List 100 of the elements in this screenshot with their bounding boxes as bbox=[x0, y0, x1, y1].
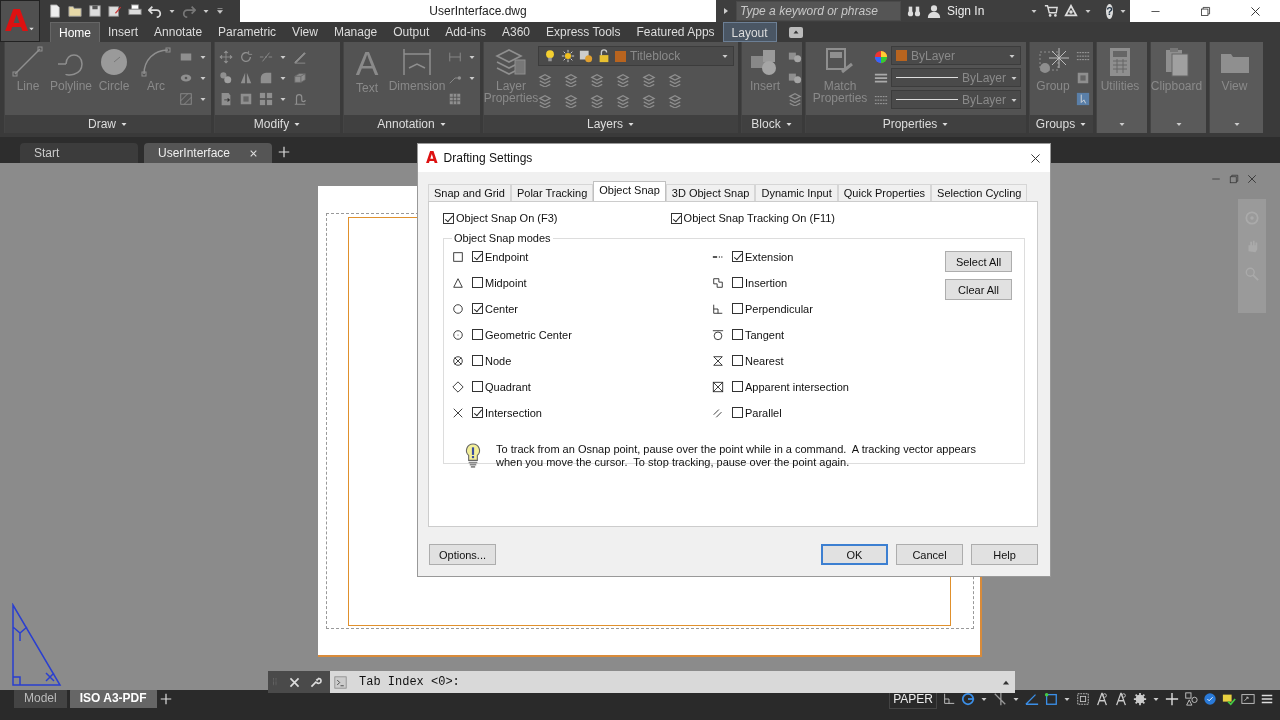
checkbox[interactable] bbox=[472, 407, 483, 419]
compass-icon[interactable] bbox=[1095, 692, 1109, 706]
orthogonal-icon[interactable] bbox=[942, 692, 956, 706]
checkbox-label[interactable]: Endpoint bbox=[485, 250, 529, 263]
screen-icon[interactable] bbox=[1241, 692, 1255, 706]
caret-icon[interactable] bbox=[279, 74, 287, 82]
ribbon-tab[interactable]: Add-ins bbox=[437, 22, 494, 42]
checkbox[interactable] bbox=[472, 355, 483, 367]
checkbox-label[interactable]: Quadrant bbox=[485, 380, 531, 393]
checkbox-label[interactable]: Nearest bbox=[745, 354, 784, 367]
small-blocks-icon[interactable] bbox=[788, 50, 802, 64]
ribbon-tab[interactable]: Express Tools bbox=[538, 22, 629, 42]
help-button[interactable]: ? bbox=[1106, 3, 1114, 19]
ribbon-tab[interactable]: Manage bbox=[325, 22, 386, 42]
checkbox[interactable] bbox=[472, 251, 483, 263]
ribbon-tab[interactable]: Output bbox=[385, 22, 438, 42]
dialog-button[interactable]: Options... bbox=[429, 544, 496, 566]
small-blocks-icon[interactable] bbox=[788, 71, 802, 85]
panel-title[interactable]: Layers bbox=[484, 115, 738, 134]
cart-icon[interactable] bbox=[1044, 4, 1059, 18]
checkbox-label[interactable]: Node bbox=[485, 354, 512, 367]
expand-icon[interactable] bbox=[722, 7, 730, 15]
menu-icon[interactable] bbox=[216, 7, 224, 15]
check-layers-icon[interactable] bbox=[1222, 692, 1236, 706]
checkbox[interactable] bbox=[732, 277, 743, 289]
panel-title[interactable]: Properties bbox=[806, 115, 1026, 134]
pointer-icon[interactable] bbox=[1076, 92, 1090, 106]
triangle-icon[interactable] bbox=[1064, 4, 1079, 18]
checkbox-label[interactable]: Object Snap Tracking On (F11) bbox=[683, 212, 835, 225]
polar-icon[interactable] bbox=[961, 692, 975, 706]
checkbox[interactable] bbox=[732, 303, 743, 315]
wrench-icon[interactable] bbox=[309, 675, 322, 689]
caret-icon[interactable] bbox=[168, 7, 176, 15]
binoculars-icon[interactable] bbox=[907, 4, 921, 18]
check-circle-icon[interactable] bbox=[1203, 692, 1217, 706]
close-icon[interactable] bbox=[249, 148, 258, 158]
checkbox-label[interactable]: Apparent intersection bbox=[745, 380, 849, 393]
checkbox[interactable] bbox=[670, 212, 682, 224]
checkbox-label[interactable]: Extension bbox=[745, 250, 794, 263]
redo-icon[interactable] bbox=[182, 4, 196, 18]
ribbon-tab[interactable]: Parametric bbox=[210, 22, 285, 42]
caret-icon[interactable] bbox=[1119, 7, 1128, 15]
dialog-button[interactable]: Cancel bbox=[896, 544, 963, 566]
caret-icon[interactable] bbox=[202, 7, 210, 15]
checkbox-label[interactable]: Midpoint bbox=[485, 276, 527, 289]
ribbon-tab[interactable]: Layout bbox=[722, 22, 777, 42]
page-icon[interactable] bbox=[48, 4, 62, 18]
shapes-icon[interactable] bbox=[1184, 692, 1198, 706]
checkbox[interactable] bbox=[732, 407, 743, 419]
compass-icon[interactable] bbox=[1114, 692, 1128, 706]
panel-title[interactable]: Groups bbox=[1030, 115, 1093, 134]
caret-icon[interactable] bbox=[468, 53, 476, 61]
ribbon-tab[interactable]: Home bbox=[50, 22, 100, 42]
checkbox-label[interactable]: Geometric Center bbox=[485, 328, 572, 341]
search-field[interactable]: Type a keyword or phrase bbox=[736, 1, 901, 21]
gear-icon[interactable] bbox=[1133, 692, 1147, 706]
dialog-tab[interactable]: Selection Cycling bbox=[931, 184, 1028, 202]
dialog-button[interactable]: Help bbox=[971, 544, 1038, 566]
close-icon[interactable] bbox=[1029, 151, 1042, 165]
caret-icon[interactable] bbox=[279, 95, 287, 103]
caret-icon[interactable] bbox=[199, 53, 207, 61]
ribbon-tab[interactable]: A360 bbox=[494, 22, 538, 42]
undo-icon[interactable] bbox=[148, 4, 162, 18]
document-tab[interactable]: Start bbox=[20, 143, 138, 164]
checkbox[interactable] bbox=[732, 251, 743, 263]
checkbox[interactable] bbox=[732, 355, 743, 367]
dashed-frame-icon[interactable] bbox=[1076, 692, 1090, 706]
folder-icon[interactable] bbox=[68, 4, 82, 18]
checkbox[interactable] bbox=[472, 329, 483, 341]
new-layout-icon[interactable] bbox=[159, 693, 172, 705]
checkbox-label[interactable]: Object Snap On (F3) bbox=[456, 212, 558, 225]
dialog-tab[interactable]: Snap and Grid bbox=[428, 184, 511, 202]
document-tab[interactable]: UserInterface bbox=[144, 143, 272, 164]
caret-icon[interactable] bbox=[1084, 7, 1093, 15]
checkbox-label[interactable]: Tangent bbox=[745, 328, 785, 341]
checkbox[interactable] bbox=[732, 381, 743, 393]
dialog-tab[interactable]: Polar Tracking bbox=[510, 184, 594, 202]
angle-icon[interactable] bbox=[1025, 692, 1039, 706]
printer-icon[interactable] bbox=[128, 4, 142, 18]
ribbon-tab[interactable]: Insert bbox=[100, 22, 147, 42]
ribbon-tab[interactable]: View bbox=[284, 22, 326, 42]
dialog-button[interactable]: OK bbox=[821, 544, 888, 566]
disk-pencil-icon[interactable] bbox=[108, 4, 122, 18]
caret-icon[interactable] bbox=[1063, 695, 1071, 703]
dialog-button[interactable]: Select All bbox=[945, 251, 1012, 273]
caret-icon[interactable] bbox=[199, 74, 207, 82]
command-prompt-icon[interactable] bbox=[334, 675, 347, 689]
caret-icon[interactable] bbox=[1012, 695, 1020, 703]
checkbox[interactable] bbox=[443, 212, 454, 224]
checkbox[interactable] bbox=[472, 303, 483, 315]
circles-icon[interactable] bbox=[219, 71, 233, 85]
crossed-lines-icon[interactable] bbox=[993, 692, 1007, 706]
ribbon-tab[interactable]: Annotate bbox=[146, 22, 211, 42]
caret-icon[interactable] bbox=[468, 74, 476, 82]
restore-icon[interactable] bbox=[1198, 4, 1212, 18]
caret-icon[interactable] bbox=[1152, 695, 1160, 703]
panel-toggle-button[interactable] bbox=[788, 26, 803, 38]
dialog-tab[interactable]: Dynamic Input bbox=[755, 184, 838, 202]
color-wheel-icon[interactable] bbox=[874, 50, 888, 64]
plus-icon[interactable] bbox=[1165, 692, 1179, 706]
